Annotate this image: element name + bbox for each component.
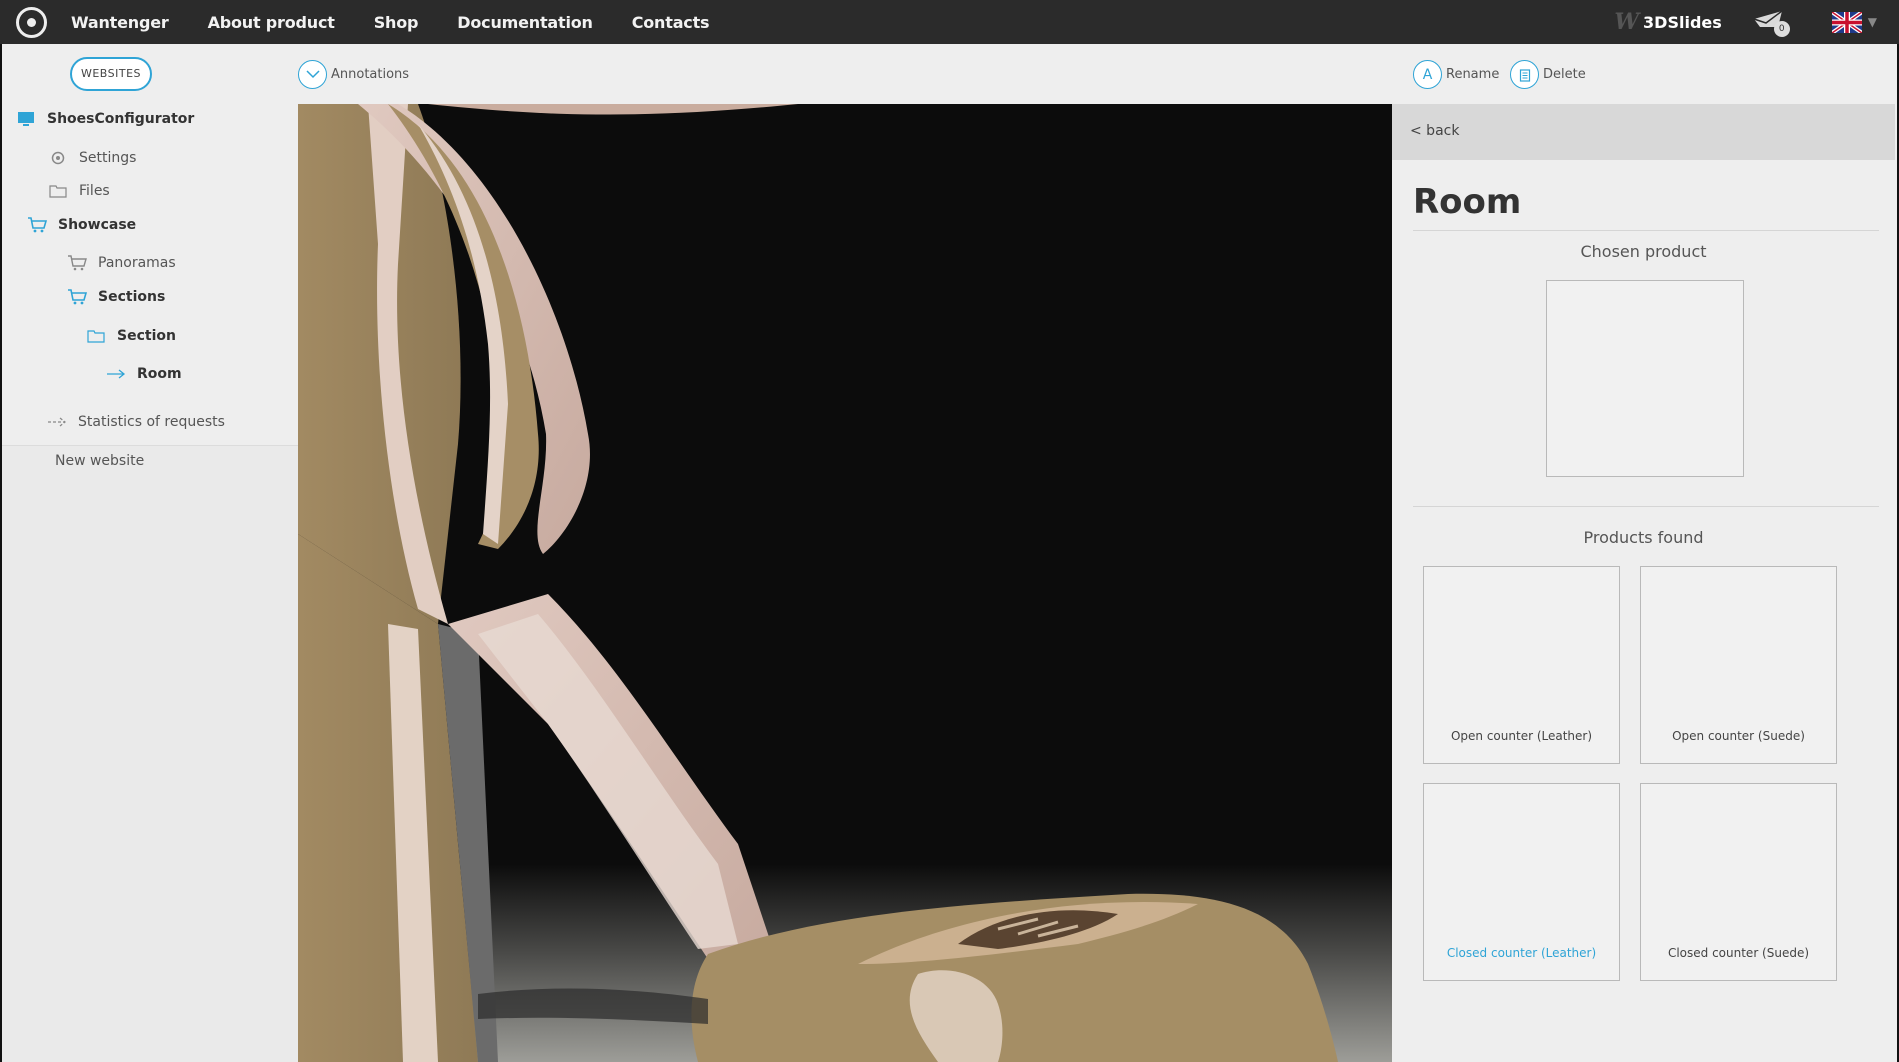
sidebar-item-label: Panoramas (98, 255, 176, 271)
title-divider (1413, 230, 1879, 231)
annotations-label: Annotations (331, 67, 410, 82)
page-title: Room (1413, 182, 1522, 222)
brand-link[interactable]: W 3DSlides (1614, 9, 1721, 35)
room-panel: < back Room Chosen product Products foun… (1392, 104, 1895, 1062)
product-card-label: Open counter (Leather) (1450, 729, 1593, 743)
monitor-icon (16, 111, 36, 127)
sidebar-divider (2, 445, 298, 446)
folder-icon (48, 183, 68, 199)
new-website-link[interactable]: New website (55, 453, 144, 469)
folder-icon (86, 328, 106, 344)
sidebar-item-label: ShoesConfigurator (47, 111, 195, 127)
product-card-closed-counter-leather[interactable]: Closed counter (Leather) (1423, 783, 1620, 981)
cart-count-badge: 0 (1773, 21, 1790, 37)
chevron-down-icon (298, 60, 327, 89)
sidebar-item-panoramas[interactable]: Panoramas (67, 255, 176, 271)
new-website-label: New website (55, 453, 145, 469)
sidebar-item-files[interactable]: Files (48, 183, 110, 199)
sidebar-item-showcase[interactable]: Showcase (27, 217, 136, 233)
nav-contacts[interactable]: Contacts (632, 13, 710, 32)
uk-flag-icon[interactable] (1831, 11, 1862, 33)
websites-button[interactable]: WEBSITES (70, 57, 152, 91)
product-card-label: Closed counter (Leather) (1446, 946, 1597, 960)
trash-icon (1510, 60, 1539, 89)
sidebar-item-room[interactable]: Room (106, 366, 182, 382)
nav-documentation[interactable]: Documentation (457, 13, 593, 32)
sidebar-item-settings[interactable]: Settings (48, 150, 136, 166)
sidebar: WEBSITES ShoesConfigurator Settings File… (2, 44, 298, 1062)
rename-button[interactable]: A Rename (1413, 60, 1499, 89)
cart-icon (27, 217, 47, 233)
product-card-open-counter-suede[interactable]: Open counter (Suede) (1640, 566, 1837, 764)
delete-label: Delete (1543, 67, 1586, 82)
sidebar-item-section[interactable]: Section (86, 328, 176, 344)
chosen-product-slot[interactable] (1546, 280, 1744, 477)
topbar-right: W 3DSlides 0 ▼ (1614, 0, 1899, 44)
nav-shop[interactable]: Shop (374, 13, 419, 32)
top-navigation-bar: Wantenger About product Shop Documentati… (0, 0, 1899, 44)
product-card-open-counter-leather[interactable]: Open counter (Leather) (1423, 566, 1620, 764)
brand-name: 3DSlides (1643, 12, 1722, 32)
rename-label: Rename (1446, 67, 1500, 82)
back-bar: < back (1392, 104, 1895, 160)
wantenger-logo-icon[interactable] (16, 6, 47, 38)
3dslides-w-icon: W (1614, 9, 1640, 35)
sidebar-item-sections[interactable]: Sections (67, 289, 165, 305)
sidebar-item-label: Statistics of requests (78, 414, 225, 430)
product-card-closed-counter-suede[interactable]: Closed counter (Suede) (1640, 783, 1837, 981)
products-found-heading: Products found (1583, 528, 1704, 547)
sidebar-item-label: Showcase (58, 217, 137, 233)
chosen-product-heading: Chosen product (1580, 242, 1707, 261)
cart-icon (67, 289, 87, 305)
sidebar-item-label: Sections (98, 289, 166, 305)
arrow-right-icon (47, 414, 67, 430)
sidebar-lower-area (2, 446, 298, 1062)
sidebar-item-label: Files (79, 183, 110, 199)
product-card-label: Closed counter (Suede) (1667, 946, 1810, 960)
sidebar-item-shoesconfigurator[interactable]: ShoesConfigurator (16, 111, 194, 127)
language-caret-icon[interactable]: ▼ (1868, 15, 1877, 29)
sidebar-item-label: Room (137, 366, 182, 382)
sidebar-item-label: Section (117, 328, 176, 344)
gear-icon (48, 150, 68, 166)
product-card-label: Open counter (Suede) (1672, 729, 1805, 743)
shoe-render-image (298, 104, 1392, 1062)
cart-button[interactable]: 0 (1752, 9, 1790, 37)
3d-viewport[interactable] (298, 104, 1392, 1062)
sidebar-item-label: Settings (79, 150, 137, 166)
section-divider (1413, 506, 1879, 507)
sidebar-item-statistics[interactable]: Statistics of requests (47, 414, 225, 430)
annotations-button[interactable]: Annotations (298, 60, 409, 89)
cart-icon (67, 255, 87, 271)
delete-button[interactable]: Delete (1510, 60, 1586, 89)
arrow-right-icon (106, 366, 126, 382)
main-nav: Wantenger About product Shop Documentati… (71, 13, 748, 32)
nav-wantenger[interactable]: Wantenger (71, 13, 169, 32)
rename-letter-icon: A (1413, 60, 1442, 89)
back-link[interactable]: < back (1410, 123, 1459, 139)
nav-about-product[interactable]: About product (208, 13, 335, 32)
